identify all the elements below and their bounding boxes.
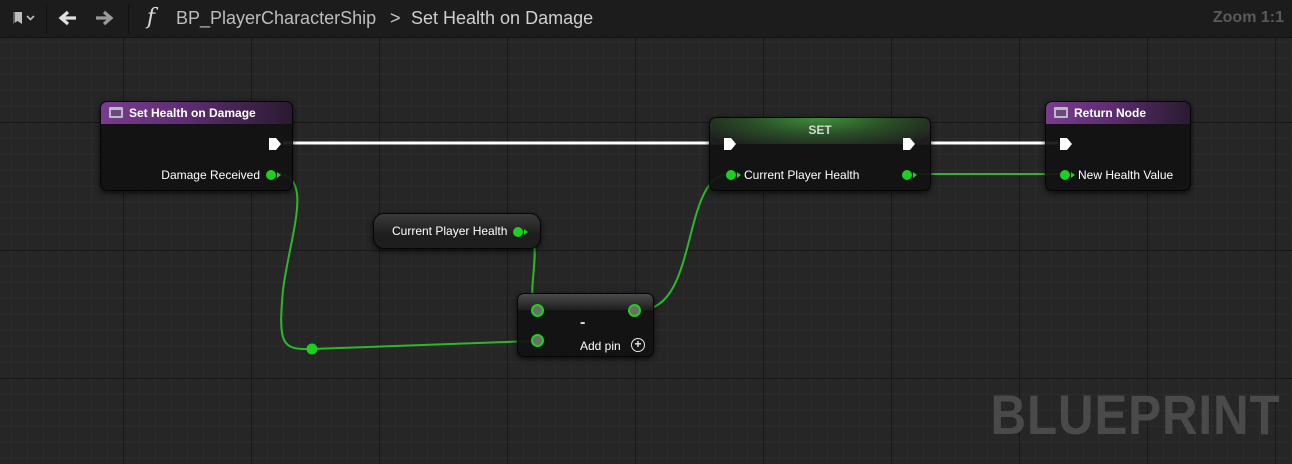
- variable-get-node[interactable]: Current Player Health: [373, 213, 541, 249]
- add-pin-icon[interactable]: +: [631, 338, 645, 352]
- node-title: Set Health on Damage: [129, 106, 256, 120]
- set-value-input-pin[interactable]: [726, 170, 741, 180]
- exec-input-pin[interactable]: [1059, 137, 1073, 151]
- data-wire: [275, 173, 1062, 351]
- subtract-input-a-pin[interactable]: [531, 304, 544, 317]
- node-title: SET: [808, 123, 832, 137]
- exec-output-pin[interactable]: [268, 137, 282, 151]
- add-pin-label[interactable]: Add pin: [580, 339, 621, 353]
- new-health-value-input-pin[interactable]: [1060, 170, 1075, 180]
- node-header: Set Health on Damage: [101, 102, 292, 125]
- set-value-output-pin[interactable]: [902, 170, 917, 180]
- pin-label: Current Player Health: [744, 168, 860, 182]
- node-title: Return Node: [1074, 106, 1146, 120]
- pin-label: New Health Value: [1078, 168, 1174, 182]
- pin-label: Damage Received: [161, 168, 260, 182]
- subtract-node[interactable]: - Add pin +: [517, 293, 654, 357]
- node-header: Return Node: [1046, 102, 1190, 125]
- exec-input-pin[interactable]: [723, 137, 737, 151]
- blueprint-editor: f BP_PlayerCharacterShip > Set Health on…: [0, 0, 1292, 464]
- subtract-output-pin[interactable]: [628, 304, 641, 317]
- subtract-input-b-pin[interactable]: [531, 334, 544, 347]
- exec-output-pin[interactable]: [902, 137, 916, 151]
- return-node[interactable]: Return Node New Health Value: [1045, 101, 1191, 191]
- blueprint-watermark: BLUEPRINT: [990, 383, 1280, 446]
- variable-name: Current Player Health: [392, 224, 508, 238]
- damage-received-output-pin[interactable]: [266, 170, 281, 180]
- function-node-icon: [109, 107, 123, 118]
- function-node-icon: [1054, 107, 1068, 118]
- set-variable-node[interactable]: SET Current Player Health: [709, 117, 931, 191]
- reroute-node[interactable]: [306, 343, 318, 355]
- function-entry-node[interactable]: Set Health on Damage Damage Received: [100, 101, 293, 191]
- operator-symbol: -: [580, 314, 586, 331]
- variable-output-pin[interactable]: [513, 227, 528, 237]
